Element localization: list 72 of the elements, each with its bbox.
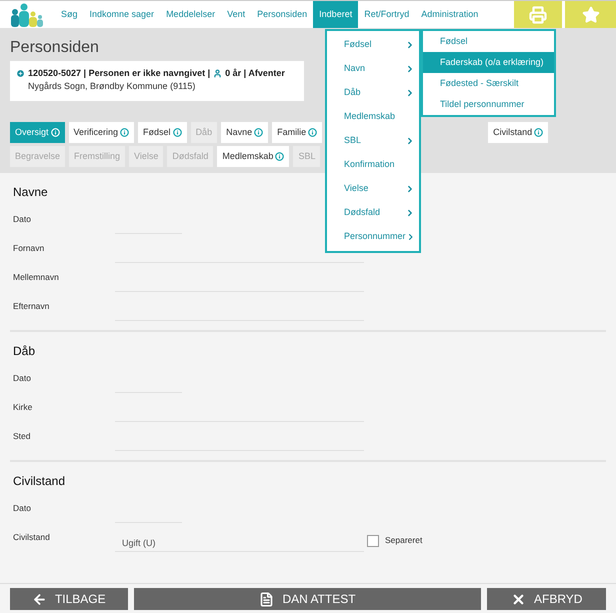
printer-icon bbox=[529, 6, 547, 24]
field-label: Dato bbox=[13, 213, 32, 226]
tab[interactable]: Civilstand bbox=[488, 122, 548, 143]
person-icon bbox=[213, 69, 222, 78]
info-icon bbox=[172, 128, 182, 137]
nav-item[interactable]: Indberet bbox=[313, 1, 358, 28]
menu-item[interactable]: Vielse bbox=[327, 177, 419, 201]
menu-item[interactable]: Dødsfald bbox=[327, 201, 419, 225]
footer-button[interactable]: TILBAGE bbox=[10, 588, 128, 610]
chevron-right-icon bbox=[405, 136, 415, 146]
chevron-right-icon bbox=[405, 64, 415, 74]
nav-item[interactable]: Vent bbox=[221, 1, 252, 28]
submenu-item[interactable]: Faderskab (o/a erklæring) bbox=[423, 52, 554, 73]
favorite-button[interactable] bbox=[565, 1, 616, 28]
checkbox[interactable] bbox=[367, 534, 379, 546]
chevron-right-icon bbox=[405, 88, 415, 98]
chevron-right-icon bbox=[405, 184, 415, 194]
person-age-status: 0 år | Afventer bbox=[225, 67, 285, 80]
menu-item[interactable]: Navn bbox=[327, 57, 419, 81]
footer-button[interactable]: AFBRYD bbox=[487, 588, 606, 610]
parish-text: Nygårds Sogn, Brøndby Kommune (9115) bbox=[27, 80, 196, 93]
info-icon bbox=[308, 128, 318, 137]
submenu-item[interactable]: Tildel personnummer bbox=[423, 94, 554, 115]
menu-item[interactable]: Fødsel bbox=[327, 33, 419, 57]
info-icon bbox=[534, 128, 544, 137]
checkbox-label: Separeret bbox=[385, 534, 422, 547]
tab[interactable]: Verificering bbox=[68, 122, 134, 143]
nav-item[interactable]: Administration bbox=[415, 1, 484, 28]
nav-item[interactable]: Meddelelser bbox=[160, 1, 222, 28]
menu-item[interactable]: Medlemskab bbox=[327, 105, 419, 129]
info-icon bbox=[50, 128, 60, 137]
field-label: Fornavn bbox=[13, 242, 46, 255]
menu-item[interactable]: Dåb bbox=[327, 81, 419, 105]
nav-item[interactable]: Indkomne sager bbox=[84, 1, 160, 28]
page-title: Personsiden bbox=[10, 38, 99, 58]
tab[interactable]: Navne bbox=[221, 122, 268, 143]
star-icon bbox=[582, 6, 600, 24]
tab[interactable]: Familie bbox=[272, 122, 322, 143]
field-label: Dato bbox=[13, 372, 32, 385]
nav-item[interactable]: Personsiden bbox=[251, 1, 314, 28]
close-icon bbox=[510, 592, 526, 606]
footer-button[interactable]: DAN ATTEST bbox=[134, 588, 482, 610]
section-title: Navne bbox=[12, 184, 48, 201]
person-summary: 120520-5027 | Personen er ikke navngivet | bbox=[28, 67, 210, 80]
field-label: Dato bbox=[13, 502, 32, 515]
info-icon bbox=[254, 128, 264, 137]
document-icon bbox=[259, 592, 274, 606]
field-label: Mellemnavn bbox=[13, 271, 60, 284]
info-icon bbox=[275, 152, 284, 161]
info-icon bbox=[120, 128, 130, 137]
input-field[interactable]: Ugift (U) bbox=[115, 534, 364, 552]
menu-item[interactable]: Konfirmation bbox=[327, 153, 419, 177]
submenu-item[interactable]: Fødsel bbox=[423, 31, 554, 52]
field-label: Efternavn bbox=[13, 300, 50, 313]
expand-icon bbox=[16, 69, 25, 78]
chevron-right-icon bbox=[405, 208, 415, 218]
family-logo-icon bbox=[9, 3, 45, 27]
section-title: Civilstand bbox=[12, 473, 66, 490]
menu-item[interactable]: Personnummer bbox=[327, 225, 419, 249]
section-title: Dåb bbox=[12, 343, 36, 360]
tab[interactable]: Oversigt bbox=[10, 122, 65, 143]
submenu-item[interactable]: Fødested - Særskilt bbox=[423, 73, 554, 94]
print-button[interactable] bbox=[514, 1, 562, 28]
field-label: Sted bbox=[13, 430, 32, 443]
tab[interactable]: Fødsel bbox=[138, 122, 187, 143]
chevron-right-icon bbox=[405, 40, 415, 50]
nav-item[interactable]: Ret/Fortryd bbox=[358, 1, 416, 28]
nav-item[interactable]: Søg bbox=[55, 1, 84, 28]
field-label: Kirke bbox=[13, 401, 34, 414]
tab[interactable]: Medlemskab bbox=[217, 146, 290, 167]
menu-item[interactable]: SBL bbox=[327, 129, 419, 153]
field-label: Civilstand bbox=[13, 531, 51, 544]
